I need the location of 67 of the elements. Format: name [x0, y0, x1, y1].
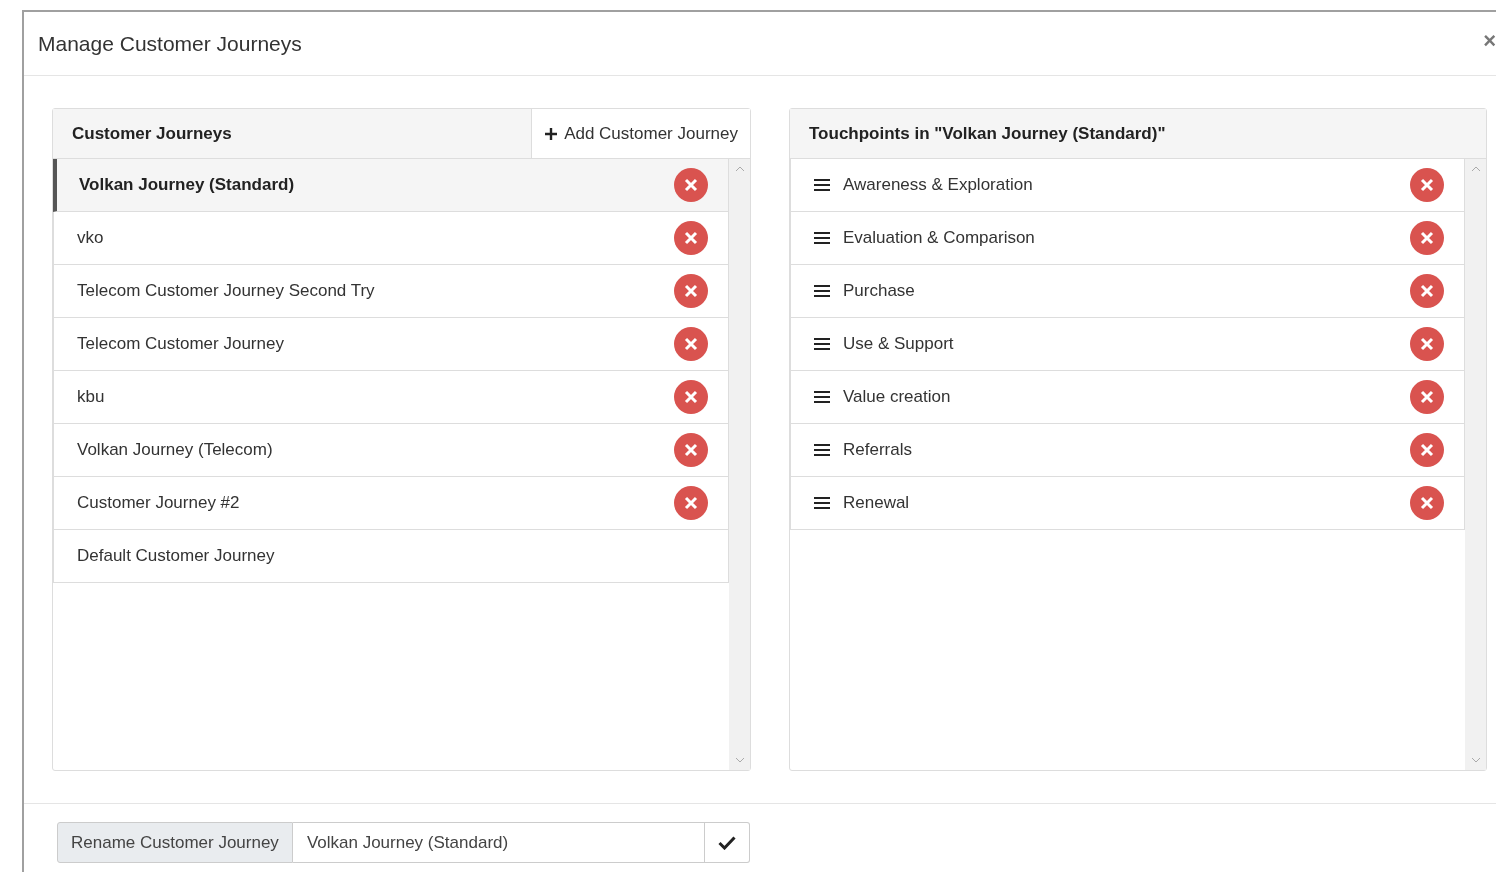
drag-handle-icon[interactable] — [814, 337, 830, 351]
journey-name: Volkan Journey (Telecom) — [77, 440, 274, 460]
touchpoint-list-item[interactable]: Evaluation & Comparison — [790, 212, 1465, 265]
chevron-up-icon[interactable] — [734, 166, 745, 172]
journey-name: vko — [77, 228, 105, 248]
delete-icon[interactable] — [674, 380, 708, 414]
chevron-down-icon[interactable] — [734, 757, 745, 763]
add-journey-button[interactable]: Add Customer Journey — [531, 109, 750, 158]
scrollbar[interactable] — [1465, 159, 1486, 770]
delete-icon[interactable] — [674, 486, 708, 520]
touchpoint-list-item[interactable]: Renewal — [790, 477, 1465, 530]
panel-title: Customer Journeys — [71, 123, 232, 144]
journey-list-item[interactable]: Default Customer Journey — [53, 530, 729, 583]
drag-handle-icon[interactable] — [814, 231, 830, 245]
touchpoint-list-item[interactable]: Purchase — [790, 265, 1465, 318]
journey-name: Telecom Customer Journey Second Try — [77, 281, 376, 301]
touchpoint-name: Evaluation & Comparison — [843, 228, 1036, 248]
plus-icon — [544, 126, 559, 141]
journey-list-item[interactable]: Customer Journey #2 — [53, 477, 729, 530]
drag-handle-icon[interactable] — [814, 178, 830, 192]
confirm-button[interactable] — [705, 822, 750, 863]
panel-title: Touchpoints in "Volkan Journey (Standard)" — [808, 123, 1166, 144]
rename-input[interactable]: Volkan Journey (Standard) — [292, 822, 705, 863]
touchpoint-name: Awareness & Exploration — [843, 175, 1034, 195]
touchpoint-list-item[interactable]: Use & Support — [790, 318, 1465, 371]
journey-name: Telecom Customer Journey — [77, 334, 285, 354]
touchpoint-list-item[interactable]: Awareness & Exploration — [790, 159, 1465, 212]
journey-name: Volkan Journey (Standard) — [79, 175, 296, 195]
drag-handle-icon[interactable] — [814, 496, 830, 510]
drag-handle-icon[interactable] — [814, 390, 830, 404]
touchpoint-list-item[interactable]: Referrals — [790, 424, 1465, 477]
chevron-down-icon[interactable] — [1470, 757, 1481, 763]
drag-handle-icon[interactable] — [814, 443, 830, 457]
touchpoint-name: Renewal — [843, 493, 911, 513]
touchpoint-list-item[interactable]: Value creation — [790, 371, 1465, 424]
journey-name: Default Customer Journey — [77, 546, 276, 566]
touchpoint-name: Referrals — [843, 440, 913, 460]
touchpoint-name: Value creation — [843, 387, 952, 407]
drag-handle-icon[interactable] — [814, 284, 830, 298]
checkmark-icon — [718, 835, 736, 850]
delete-icon[interactable] — [674, 327, 708, 361]
journey-list-item[interactable]: Volkan Journey (Standard) — [53, 159, 729, 212]
journey-name: kbu — [77, 387, 106, 407]
touchpoint-name: Purchase — [843, 281, 916, 301]
delete-icon[interactable] — [674, 433, 708, 467]
journey-name: Customer Journey #2 — [77, 493, 241, 513]
journey-list-item[interactable]: kbu — [53, 371, 729, 424]
delete-icon[interactable] — [1410, 327, 1444, 361]
journey-list-item[interactable]: Telecom Customer Journey Second Try — [53, 265, 729, 318]
delete-icon[interactable] — [674, 274, 708, 308]
delete-icon[interactable] — [1410, 486, 1444, 520]
delete-icon[interactable] — [1410, 221, 1444, 255]
delete-icon[interactable] — [674, 221, 708, 255]
delete-icon[interactable] — [1410, 274, 1444, 308]
touchpoint-name: Use & Support — [843, 334, 955, 354]
delete-icon[interactable] — [1410, 168, 1444, 202]
scrollbar[interactable] — [729, 159, 750, 770]
dialog-title: Manage Customer Journeys — [38, 31, 302, 56]
delete-icon[interactable] — [1410, 380, 1444, 414]
journey-list-item[interactable]: vko — [53, 212, 729, 265]
delete-icon[interactable] — [1410, 433, 1444, 467]
journey-list-item[interactable]: Telecom Customer Journey — [53, 318, 729, 371]
close-button[interactable]: × — [1483, 28, 1496, 54]
journey-list-item[interactable]: Volkan Journey (Telecom) — [53, 424, 729, 477]
rename-label: Rename Customer Journey — [57, 822, 293, 863]
chevron-up-icon[interactable] — [1470, 166, 1481, 172]
delete-icon[interactable] — [674, 168, 708, 202]
